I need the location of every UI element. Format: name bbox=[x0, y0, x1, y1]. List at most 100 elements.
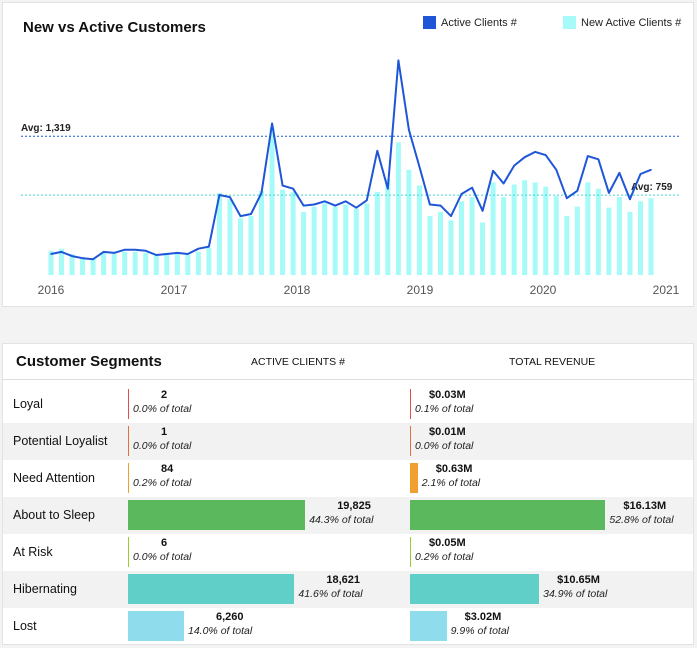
revenue-bar[interactable] bbox=[410, 463, 418, 493]
active-clients-point bbox=[187, 253, 189, 255]
active-clients-point bbox=[376, 150, 379, 152]
clients-percent: 44.3% of total bbox=[309, 514, 374, 526]
active-clients-point bbox=[123, 248, 126, 251]
clients-bar[interactable] bbox=[128, 463, 129, 493]
segment-row[interactable]: Hibernating 18,621 41.6% of total $10.65M 34… bbox=[3, 571, 693, 608]
new-clients-bar bbox=[195, 251, 201, 275]
clients-bar[interactable] bbox=[128, 574, 295, 604]
revenue-bar[interactable] bbox=[410, 426, 411, 456]
revenue-bar[interactable] bbox=[410, 389, 411, 419]
active-clients-point bbox=[387, 187, 389, 190]
revenue-value: $0.01M bbox=[429, 426, 466, 438]
new-clients-bar bbox=[553, 196, 559, 275]
segment-row[interactable]: Need Attention 84 0.2% of total $0.63M 2.1% … bbox=[3, 460, 693, 497]
active-clients-point bbox=[344, 200, 347, 203]
active-clients-point bbox=[471, 186, 473, 189]
clients-bar[interactable] bbox=[128, 611, 184, 641]
active-clients-point bbox=[429, 203, 431, 206]
segment-name: Potential Loyalist bbox=[13, 434, 108, 448]
revenue-percent: 0.2% of total bbox=[415, 551, 474, 563]
clients-value: 84 bbox=[161, 463, 174, 475]
new-clients-bar bbox=[574, 206, 580, 275]
new-clients-bar bbox=[122, 251, 128, 275]
active-clients-point bbox=[650, 168, 652, 171]
active-clients-point bbox=[302, 204, 305, 207]
active-clients-point bbox=[71, 255, 73, 257]
new-clients-bar bbox=[174, 253, 180, 275]
active-clients-point bbox=[218, 194, 221, 196]
active-clients-point bbox=[502, 182, 505, 185]
active-clients-point bbox=[481, 210, 484, 212]
new-clients-bar bbox=[374, 191, 380, 275]
clients-bar[interactable] bbox=[128, 426, 129, 456]
active-clients-point bbox=[113, 252, 115, 254]
revenue-value: $3.02M bbox=[464, 611, 502, 623]
active-clients-point bbox=[534, 151, 537, 153]
new-clients-bar bbox=[311, 206, 317, 275]
clients-value: 19,825 bbox=[337, 500, 371, 512]
revenue-value: $10.65M bbox=[557, 574, 600, 586]
segment-name: About to Sleep bbox=[13, 508, 96, 522]
new-clients-bar bbox=[280, 189, 286, 275]
segment-row[interactable]: At Risk 6 0.0% of total $0.05M 0.2% of total bbox=[3, 534, 693, 571]
header-divider bbox=[3, 379, 693, 380]
active-clients-point bbox=[544, 154, 547, 156]
col-header-clients: ACTIVE CLIENTS # bbox=[251, 356, 345, 368]
new-clients-bar bbox=[490, 182, 496, 275]
active-clients-point bbox=[176, 252, 179, 254]
new-clients-bar bbox=[480, 222, 486, 275]
active-clients-point bbox=[418, 165, 421, 168]
new-clients-bar bbox=[511, 184, 517, 275]
new-clients-bar bbox=[269, 127, 275, 276]
revenue-bar[interactable] bbox=[410, 574, 540, 604]
revenue-bar[interactable] bbox=[410, 611, 447, 641]
segment-row[interactable]: About to Sleep 19,825 44.3% of total $16.13… bbox=[3, 497, 693, 534]
clients-bar[interactable] bbox=[128, 389, 129, 419]
new-clients-bar bbox=[248, 216, 254, 275]
clients-value: 6 bbox=[161, 537, 168, 549]
segment-row[interactable]: Loyal 2 0.0% of total $0.03M 0.1% of total bbox=[3, 386, 693, 423]
x-tick-label: 2021 bbox=[653, 283, 680, 297]
new-clients-bar bbox=[364, 203, 370, 275]
new-clients-bar bbox=[637, 201, 643, 275]
clients-bar[interactable] bbox=[128, 500, 306, 530]
active-clients-point bbox=[450, 215, 452, 217]
clients-percent: 0.0% of total bbox=[133, 551, 192, 563]
new-clients-bar bbox=[416, 185, 422, 275]
revenue-bar[interactable] bbox=[410, 537, 411, 567]
new-clients-bar bbox=[111, 253, 117, 275]
new-clients-bar bbox=[532, 182, 538, 275]
active-clients-point bbox=[102, 251, 105, 253]
clients-bar[interactable] bbox=[128, 537, 129, 567]
revenue-value: $0.03M bbox=[429, 389, 466, 401]
new-clients-bar bbox=[385, 179, 391, 275]
revenue-bar[interactable] bbox=[410, 500, 606, 530]
active-clients-point bbox=[618, 172, 621, 174]
active-clients-point bbox=[144, 250, 147, 252]
segment-row[interactable]: Lost 6,260 14.0% of total $3.02M 9.9% of tot… bbox=[3, 608, 693, 645]
new-clients-bar bbox=[332, 206, 338, 275]
clients-percent: 41.6% of total bbox=[298, 588, 363, 600]
new-clients-bar bbox=[153, 255, 159, 275]
segment-name: At Risk bbox=[13, 545, 53, 559]
active-clients-point bbox=[50, 253, 52, 255]
new-clients-bar bbox=[406, 169, 412, 275]
active-clients-point bbox=[355, 206, 358, 209]
new-clients-bar bbox=[501, 197, 507, 275]
active-clients-point bbox=[397, 59, 400, 62]
new-clients-bar bbox=[448, 220, 454, 275]
active-clients-point bbox=[597, 158, 600, 161]
active-clients-point bbox=[523, 156, 526, 158]
active-clients-line bbox=[50, 59, 652, 261]
active-clients-point bbox=[197, 247, 200, 250]
segment-row[interactable]: Potential Loyalist 1 0.0% of total $0.01M 0.… bbox=[3, 423, 693, 460]
revenue-percent: 52.8% of total bbox=[609, 514, 674, 526]
new-clients-bar bbox=[564, 216, 570, 275]
new-clients-bar bbox=[395, 142, 401, 275]
active-clients-point bbox=[439, 204, 442, 207]
active-clients-point bbox=[239, 215, 242, 217]
new-clients-bar bbox=[290, 191, 296, 275]
chart-card: New vs Active Customers Active Clients #… bbox=[2, 2, 694, 307]
active-clients-point bbox=[165, 253, 168, 255]
active-clients-point bbox=[608, 192, 610, 194]
